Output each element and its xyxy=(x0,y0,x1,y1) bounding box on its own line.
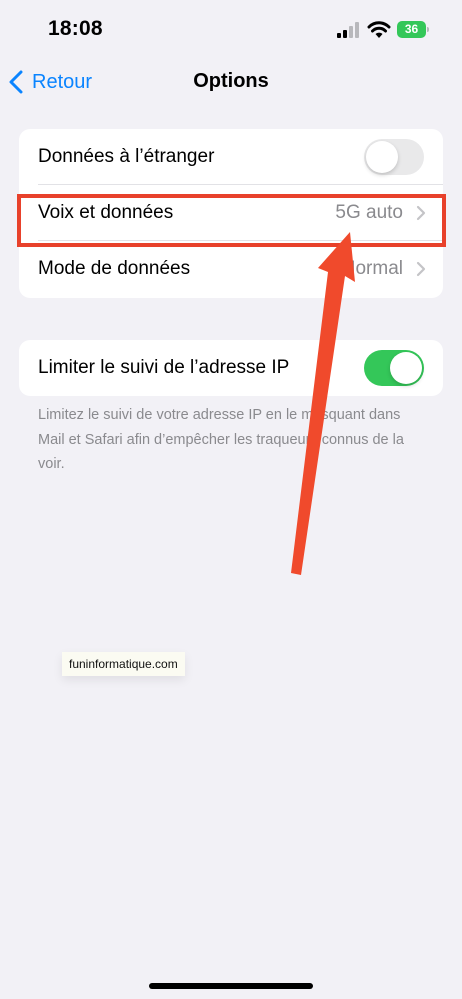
watermark: funinformatique.com xyxy=(62,652,185,676)
settings-group-privacy: Limiter le suivi de l’adresse IP xyxy=(19,340,443,396)
toggle-knob xyxy=(366,141,398,173)
row-label: Mode de données xyxy=(38,258,191,279)
status-bar: 18:08 36 xyxy=(0,0,462,60)
battery-indicator: 36 xyxy=(397,21,431,38)
navigation-bar: Retour Options xyxy=(0,60,462,104)
row-limit-ip-tracking: Limiter le suivi de l’adresse IP xyxy=(19,340,443,396)
data-roaming-toggle[interactable] xyxy=(364,139,424,175)
annotation-highlight-box xyxy=(17,194,446,247)
row-label: Données à l’étranger xyxy=(38,146,215,167)
row-data-mode[interactable]: Mode de données Normal xyxy=(19,241,443,297)
home-indicator[interactable] xyxy=(149,983,313,989)
footnote: Limitez le suivi de votre adresse IP en … xyxy=(38,407,404,472)
battery-level: 36 xyxy=(404,22,419,36)
row-data-roaming: Données à l’étranger xyxy=(19,129,443,185)
limit-ip-tracking-toggle[interactable] xyxy=(364,350,424,386)
wifi-icon xyxy=(367,21,391,38)
row-value: Normal xyxy=(341,258,403,279)
cellular-signal-icon xyxy=(337,22,359,38)
toggle-knob xyxy=(390,352,422,384)
battery-cap xyxy=(427,27,429,32)
row-label: Limiter le suivi de l’adresse IP xyxy=(38,357,290,378)
chevron-right-icon xyxy=(416,261,426,277)
page-title: Options xyxy=(193,70,269,92)
status-time: 18:08 xyxy=(48,17,103,40)
